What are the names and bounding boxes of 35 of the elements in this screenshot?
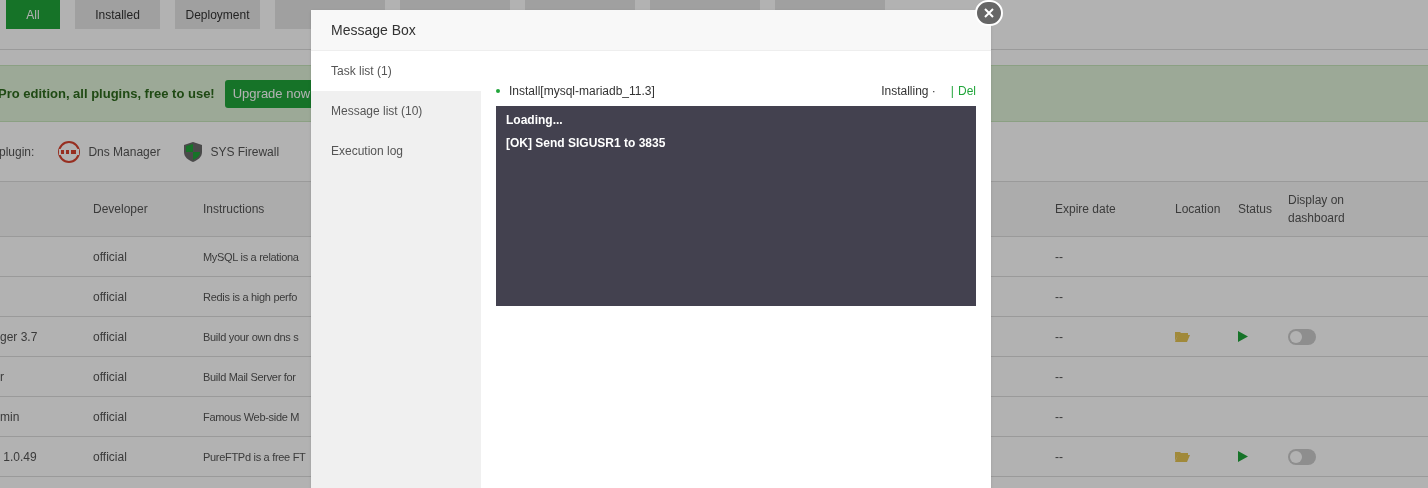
- dialog-title: Message Box: [331, 20, 416, 40]
- column-header: Instructions: [203, 201, 266, 218]
- table-cell: official: [93, 369, 127, 384]
- table-cell: official: [93, 329, 127, 344]
- table-cell: min: [0, 409, 20, 424]
- table-cell: ger 3.7: [0, 329, 38, 344]
- task-status: Installing ·: [881, 83, 936, 100]
- table-cell: official: [93, 449, 127, 464]
- recommend-label: plugin:: [0, 143, 35, 161]
- column-header: Location: [1175, 201, 1222, 218]
- column-header: Status: [1238, 201, 1274, 218]
- table-cell: official: [93, 249, 127, 264]
- table-cell: r: [0, 369, 4, 384]
- task-name: Install[mysql-mariadb_11.3]: [509, 83, 655, 100]
- column-header: Display on dashboard: [1288, 192, 1346, 227]
- console-line: Loading...: [506, 112, 564, 129]
- table-cell: --: [1055, 249, 1063, 264]
- table-cell: Redis is a high perfo: [203, 290, 297, 303]
- column-header: Developer: [93, 201, 149, 218]
- table-cell: Build your own dns s: [203, 330, 299, 343]
- table-cell: PureFTPd is a free FT: [203, 450, 306, 463]
- table-cell: official: [93, 409, 127, 424]
- table-cell-text: 1.0.49: [2, 449, 37, 464]
- console-line: [OK] Send SIGUSR1 to 3835: [506, 135, 667, 152]
- separator-text: |: [950, 83, 954, 100]
- table-cell: Famous Web-side M: [203, 410, 300, 423]
- table-cell: --: [1055, 409, 1063, 424]
- table-cell: official: [93, 289, 127, 304]
- table-cell: MySQL is a relationa: [203, 250, 299, 263]
- table-cell: --: [1055, 369, 1063, 384]
- table-cell: --: [1055, 329, 1063, 344]
- table-cell: --: [1055, 289, 1063, 304]
- column-header: Expire date: [1055, 201, 1117, 218]
- table-cell: Build Mail Server for: [203, 370, 296, 383]
- table-cell: --: [1055, 449, 1063, 464]
